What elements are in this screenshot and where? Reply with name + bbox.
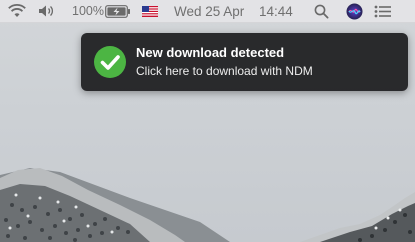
volume-icon[interactable]	[38, 0, 56, 22]
notification-center-icon[interactable]	[374, 0, 392, 22]
clock-date[interactable]: Wed 25 Apr	[174, 0, 244, 22]
wifi-icon[interactable]	[7, 0, 27, 22]
menu-bar: 100% Wed 25 Apr 14:44	[0, 0, 415, 23]
search-icon[interactable]	[314, 0, 329, 22]
notification-body: Click here to download with NDM	[136, 64, 313, 78]
us-flag-icon[interactable]	[142, 0, 158, 22]
battery-charging-icon[interactable]	[105, 0, 131, 22]
notification-title: New download detected	[136, 45, 285, 60]
battery-percentage[interactable]: 100%	[72, 0, 104, 22]
checkmark-icon	[94, 46, 126, 78]
clock-time[interactable]: 14:44	[259, 0, 293, 22]
siri-icon[interactable]	[346, 0, 363, 22]
download-notification-banner[interactable]: New download detected Click here to down…	[81, 33, 408, 91]
